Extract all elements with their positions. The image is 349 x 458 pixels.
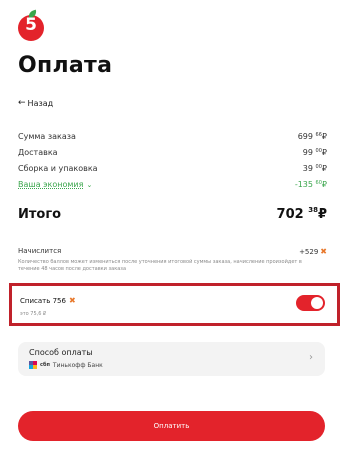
bonus-earn-label: Начислится (18, 247, 62, 255)
logo-number: 5 (25, 15, 37, 35)
bonus-spend-toggle[interactable] (296, 295, 325, 311)
sbp-label: сбп (40, 362, 50, 368)
back-label: Назад (27, 98, 54, 108)
payment-method-card[interactable]: Способ оплаты сбп Тинькофф Банк › (18, 342, 325, 376)
chevron-down-icon: ⌄ (86, 180, 93, 189)
savings-toggle[interactable]: Ваша экономия ⌄ (18, 180, 92, 189)
chevron-right-icon: › (309, 352, 313, 363)
bonus-points-icon: ✖ (320, 247, 327, 256)
summary-row-delivery: Доставка 99 00₽ (18, 145, 327, 159)
total-row: Итого 702 38₽ (18, 206, 327, 222)
summary-value: 39 00₽ (302, 163, 327, 173)
pay-button[interactable]: Оплатить (18, 411, 325, 441)
summary-value: 99 00₽ (302, 147, 327, 157)
summary-label: Сборка и упаковка (18, 163, 98, 173)
summary-value: 699 66₽ (297, 131, 327, 141)
summary-row-savings[interactable]: Ваша экономия ⌄ -135 60₽ (18, 177, 327, 191)
total-label: Итого (18, 207, 62, 222)
bonus-note: Количество баллов может измениться после… (18, 259, 302, 272)
payment-method-name: Тинькофф Банк (52, 361, 103, 369)
total-value: 702 38₽ (276, 206, 327, 222)
summary-row-packing: Сборка и упаковка 39 00₽ (18, 161, 327, 175)
summary-label: Сумма заказа (18, 131, 76, 141)
bonus-points-icon: ✖ (68, 296, 76, 305)
bonus-earn-row: Начислится +529 ✖ (18, 247, 327, 256)
payment-method-detail: сбп Тинькофф Банк (29, 361, 103, 369)
summary-label: Доставка (18, 147, 58, 157)
sbp-logo-icon (29, 361, 37, 369)
summary-value: -135 60₽ (294, 179, 327, 189)
bonus-earn-value: +529 ✖ (299, 247, 327, 256)
arrow-left-icon: ← (18, 98, 26, 108)
page-title: Оплата (18, 53, 113, 78)
summary-row-order: Сумма заказа 699 66₽ (18, 129, 327, 143)
bonus-spend-label: Списать 756 ✖ (20, 296, 76, 305)
back-link[interactable]: ← Назад (18, 98, 53, 108)
toggle-knob (311, 297, 323, 309)
brand-logo: 5 (18, 9, 44, 41)
payment-method-title: Способ оплаты (29, 348, 93, 357)
bonus-spend-subtext: это 75,6 ₽ (20, 311, 47, 317)
